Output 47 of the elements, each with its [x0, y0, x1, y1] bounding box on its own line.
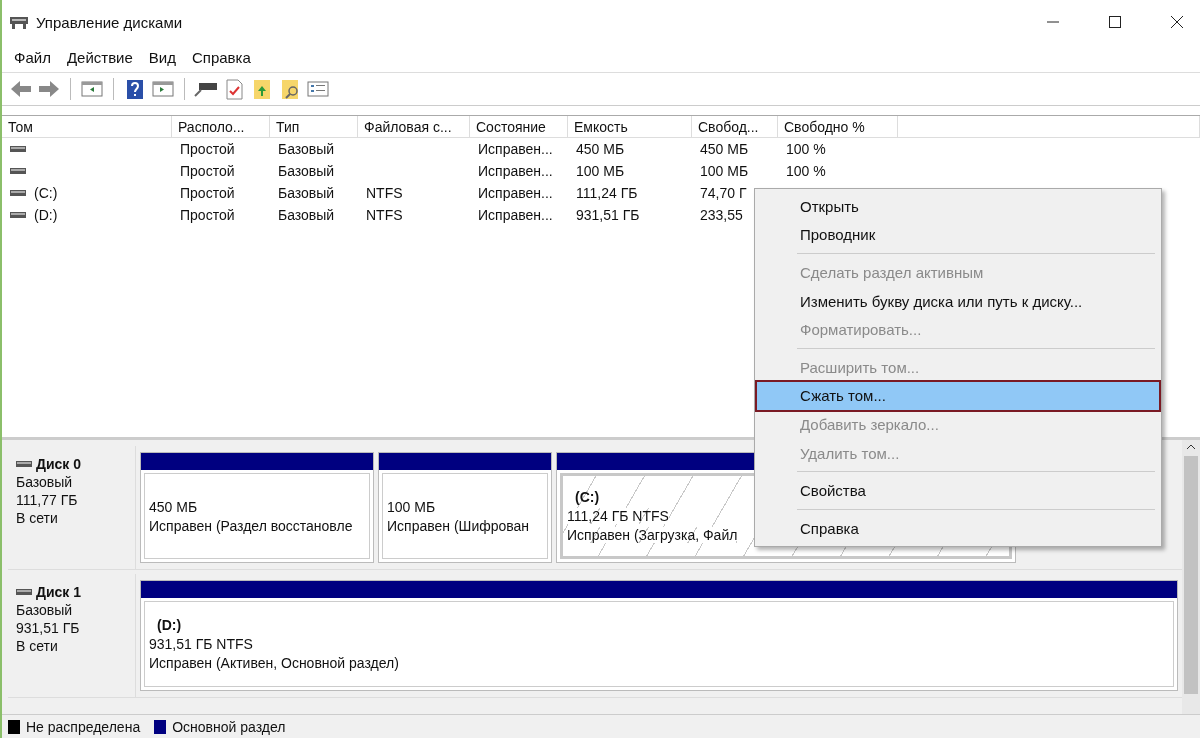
- table-cell: 100 МБ: [700, 163, 749, 179]
- table-cell: Простой: [180, 141, 235, 157]
- disk-name: Диск 1: [36, 584, 82, 600]
- table-cell: Базовый: [278, 141, 335, 157]
- table-cell: Исправен...: [478, 207, 553, 223]
- table-cell: 931,51 ГБ: [576, 207, 640, 223]
- table-cell: 100 %: [786, 141, 826, 157]
- table-cell: Простой: [180, 185, 235, 201]
- partition-size: 931,51 ГБ NTFS: [149, 636, 253, 652]
- disk-status: В сети: [16, 638, 59, 654]
- disk-type: Базовый: [16, 474, 74, 490]
- table-cell: (C:): [34, 185, 58, 201]
- disk-size: 931,51 ГБ: [16, 620, 81, 636]
- table-cell: NTFS: [366, 185, 403, 201]
- legend-label: Не распределена: [26, 718, 141, 735]
- partition-size: 450 МБ: [149, 498, 198, 515]
- partition-label: (C:): [575, 489, 600, 505]
- table-cell: 100 %: [786, 163, 826, 179]
- table-cell: NTFS: [366, 207, 403, 223]
- partition-status: Исправен (Раздел восстановле: [149, 517, 353, 534]
- partition-size: 111,24 ГБ NTFS: [567, 508, 669, 524]
- table-cell: Исправен...: [478, 163, 553, 179]
- table-cell: 74,70 Г: [700, 185, 747, 201]
- table-cell: Исправен...: [478, 185, 553, 201]
- table-cell: 111,24 ГБ: [576, 185, 638, 201]
- disk-status: В сети: [16, 510, 59, 526]
- table-cell: (D:): [34, 207, 58, 223]
- legend-label: Основной раздел: [172, 718, 286, 735]
- partition-label: (D:): [157, 617, 182, 633]
- partition-status: Исправен (Шифрован: [387, 517, 530, 534]
- table-cell: 450 МБ: [700, 141, 749, 157]
- table-cell: 233,55: [700, 207, 743, 223]
- partition-status: Исправен (Загрузка, Файл: [567, 527, 738, 543]
- disk-size: 111,77 ГБ: [16, 492, 79, 508]
- disk-name: Диск 0: [36, 456, 82, 472]
- table-cell: Базовый: [278, 163, 335, 179]
- table-cell: 100 МБ: [576, 163, 625, 179]
- partition-status: Исправен (Активен, Основной раздел): [149, 655, 399, 671]
- table-cell: Исправен...: [478, 141, 553, 157]
- disk-type: Базовый: [16, 602, 74, 618]
- table-cell: Базовый: [278, 185, 335, 201]
- window-title: Управление дисками: [36, 13, 184, 31]
- table-cell: Простой: [180, 207, 235, 223]
- table-cell: Базовый: [278, 207, 335, 223]
- table-cell: Простой: [180, 163, 235, 179]
- partition-size: 100 МБ: [387, 498, 436, 515]
- table-cell: 450 МБ: [576, 141, 625, 157]
